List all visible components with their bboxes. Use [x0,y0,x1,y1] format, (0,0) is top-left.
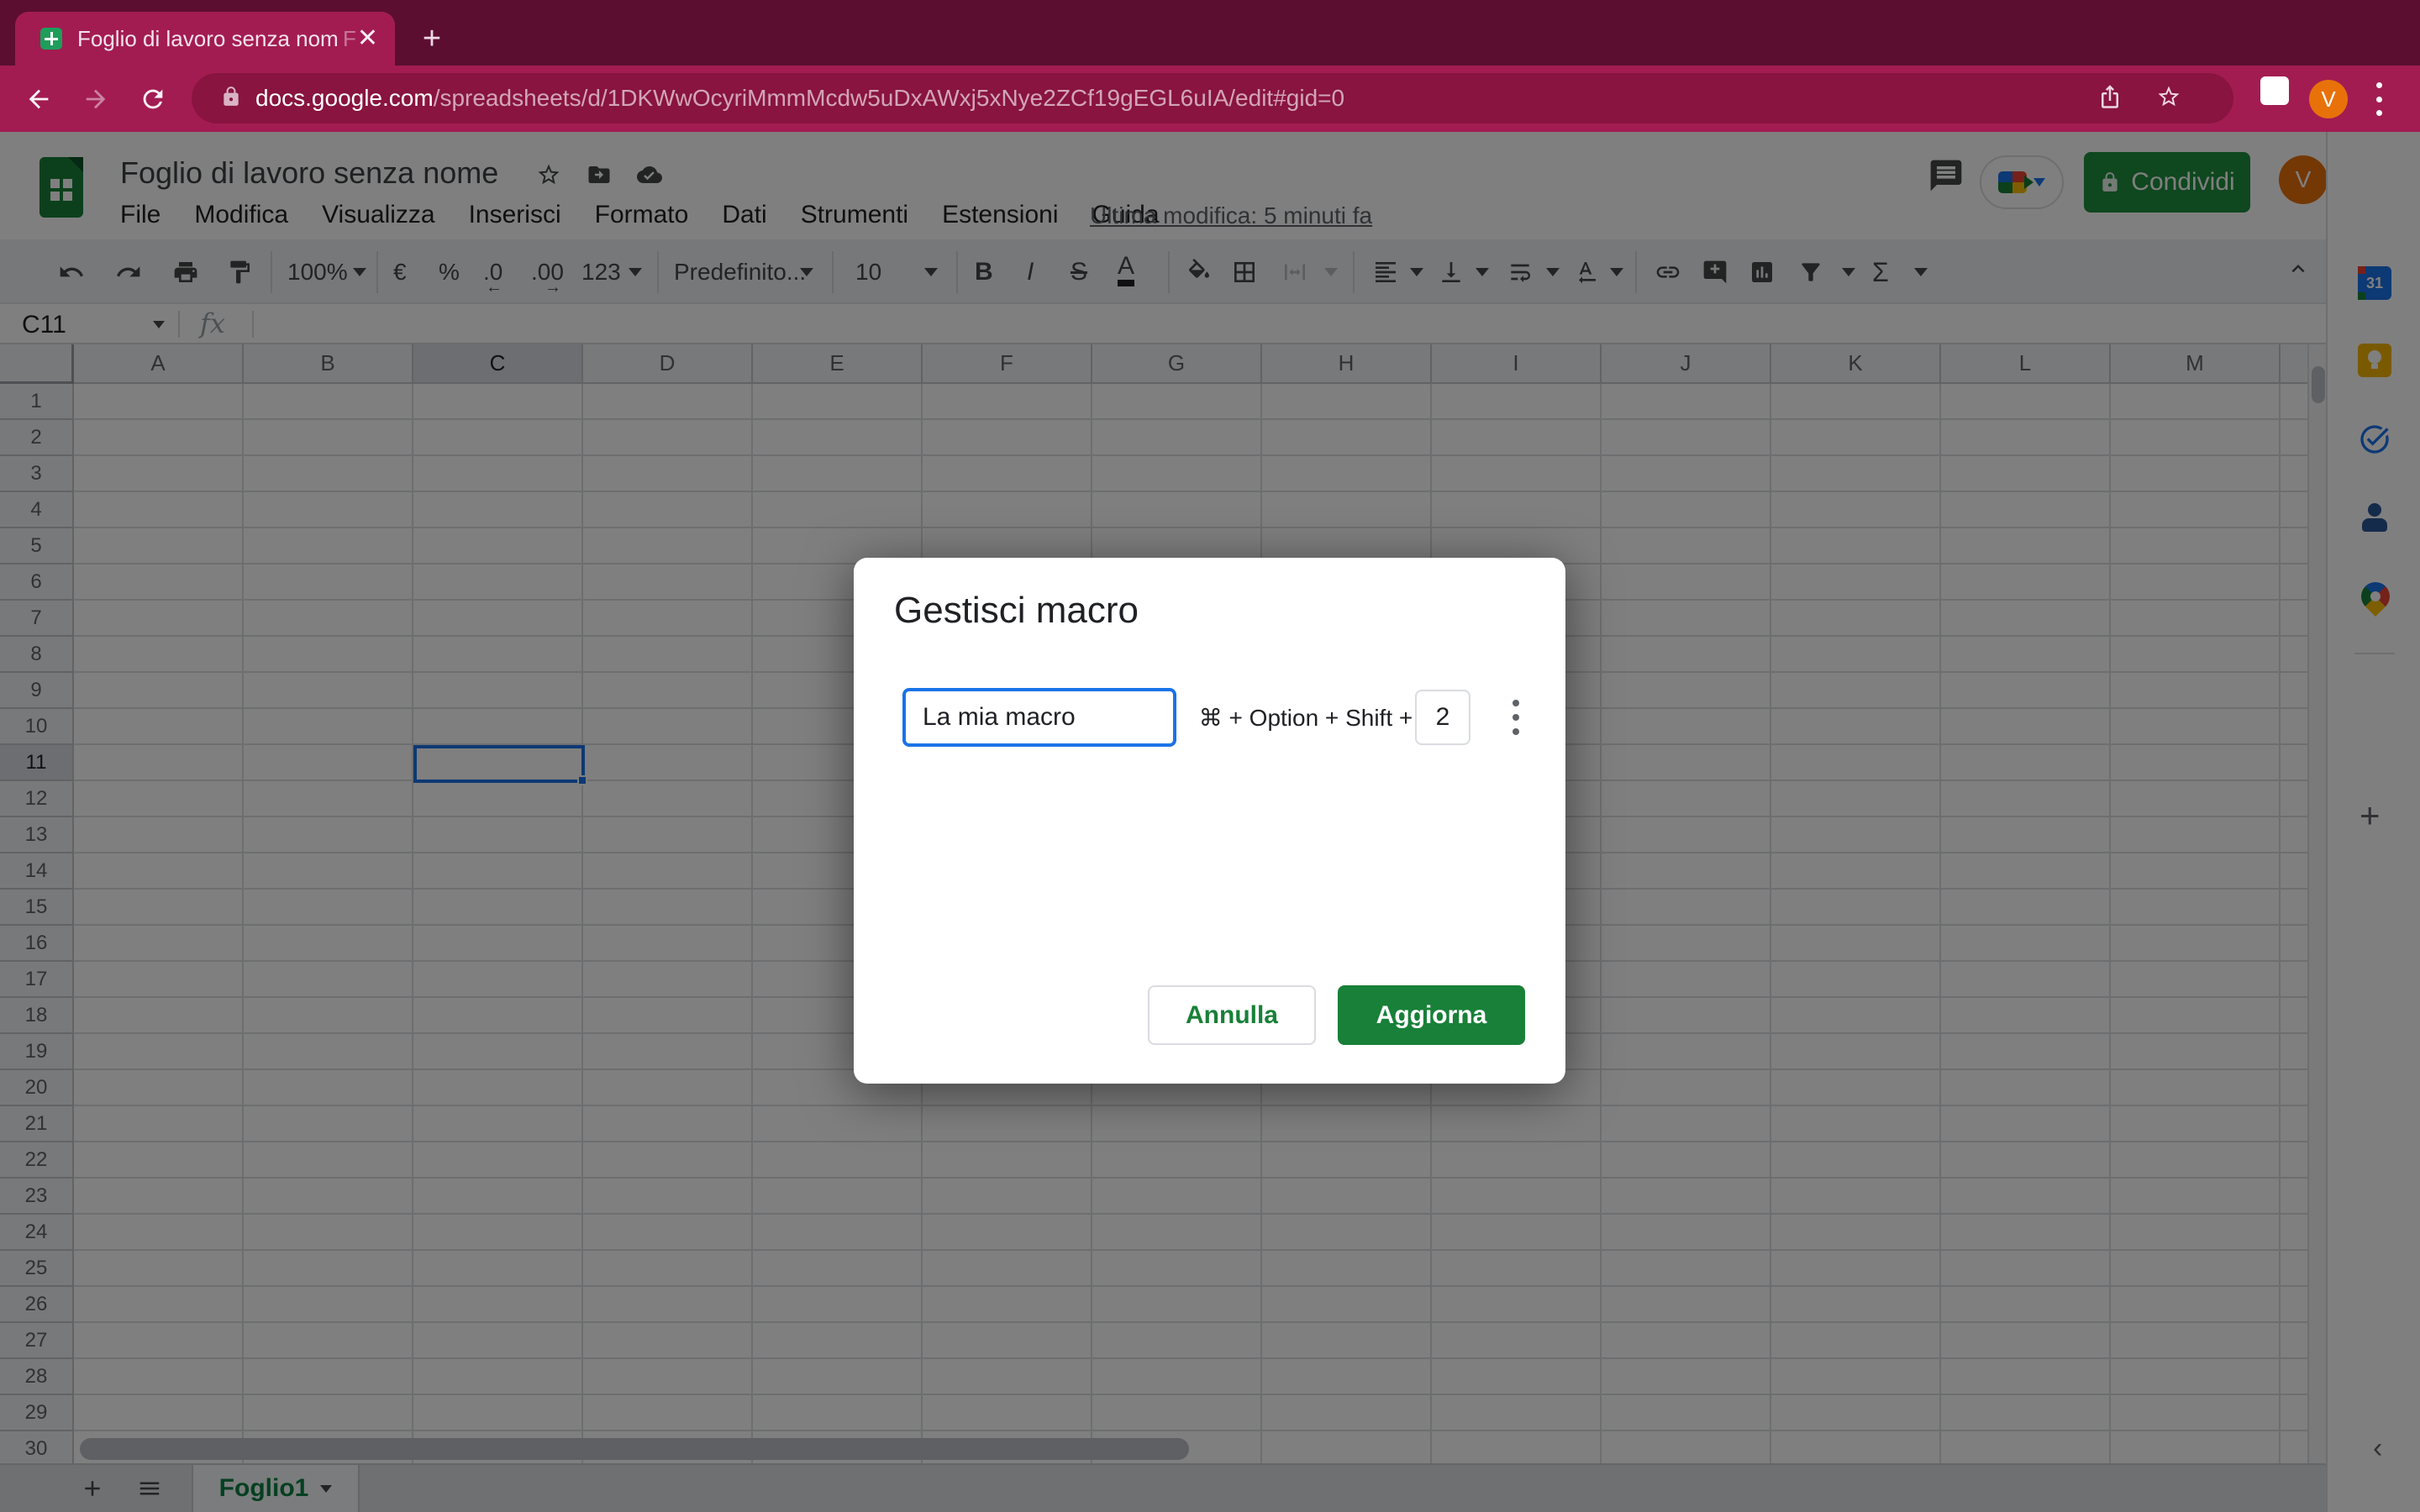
manage-macros-dialog: Gestisci macro ⌘ + Option + Shift + 2 An… [854,558,1565,1084]
tab-title: Foglio di lavoro senza nome – [77,26,338,52]
side-panel-icon[interactable] [2260,76,2289,105]
dialog-title: Gestisci macro [894,590,1139,632]
tab-title-faded: F [343,26,356,52]
forward-icon[interactable] [77,81,114,118]
tab-close-icon[interactable]: ✕ [357,26,378,51]
share-page-icon[interactable] [2097,84,2126,113]
address-bar[interactable]: docs.google.com/spreadsheets/d/1DKWwOcyr… [192,73,2233,123]
browser-profile-avatar[interactable]: V [2309,80,2348,118]
shortcut-key-input[interactable]: 2 [1415,690,1470,745]
macro-name-input[interactable] [902,688,1176,747]
lock-icon[interactable] [220,86,242,112]
browser-tab[interactable]: Foglio di lavoro senza nome – F ✕ [15,12,395,66]
url-text: docs.google.com/spreadsheets/d/1DKWwOcyr… [255,85,1344,112]
update-button[interactable]: Aggiorna [1338,985,1525,1045]
macro-options-kebab-icon[interactable] [1499,695,1533,740]
shortcut-prefix-label: ⌘ + Option + Shift + [1188,688,1423,747]
browser-chrome: Foglio di lavoro senza nome – F ✕ + docs… [0,0,2420,132]
new-tab-button[interactable]: + [415,22,449,55]
cancel-button[interactable]: Annulla [1148,985,1316,1045]
browser-toolbar: docs.google.com/spreadsheets/d/1DKWwOcyr… [0,66,2420,132]
bookmark-star-icon[interactable] [2156,84,2185,113]
back-icon[interactable] [20,81,57,118]
reload-icon[interactable] [134,81,171,118]
browser-menu-kebab-icon[interactable] [2375,82,2383,116]
sheets-favicon-icon [40,28,62,50]
